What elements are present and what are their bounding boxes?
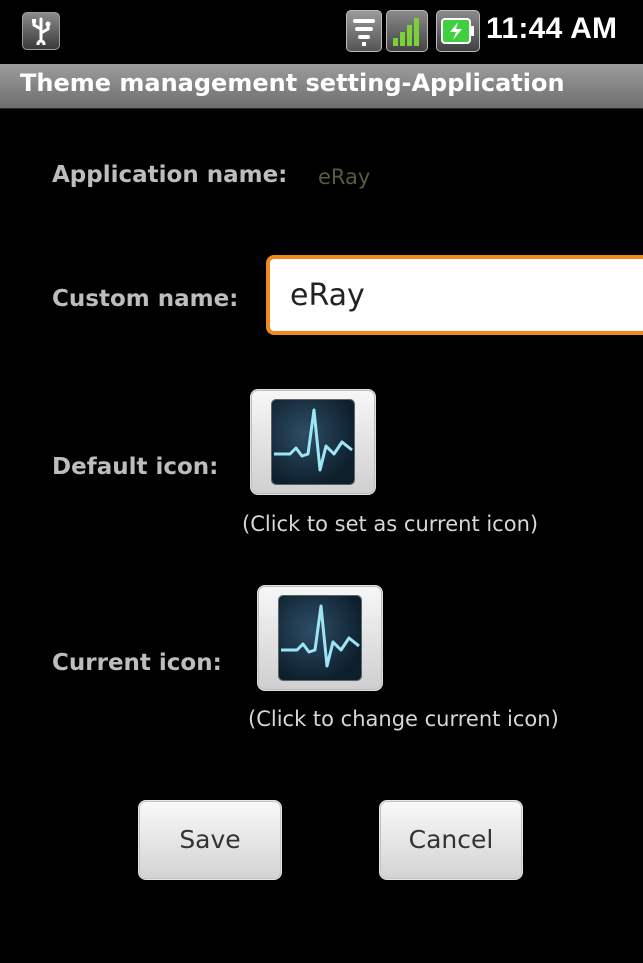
signal-icon [386,10,428,52]
current-icon-label: Current icon: [52,650,222,676]
status-bar: 11:44 AM [0,0,643,64]
app-name-label: Application name: [52,162,288,188]
current-icon-button[interactable] [257,585,383,691]
screen-title: Theme management setting-Application [20,69,565,97]
title-bar: Theme management setting-Application [0,64,643,109]
current-icon-hint: (Click to change current icon) [248,707,559,731]
custom-name-input[interactable] [266,255,643,335]
default-icon-button[interactable] [250,389,376,495]
battery-charging-icon [436,10,480,52]
save-button[interactable]: Save [138,800,282,880]
default-icon-label: Default icon: [52,454,219,480]
cancel-button[interactable]: Cancel [379,800,523,880]
app-name-value: eRay [318,165,371,189]
heartbeat-icon [272,400,354,484]
wifi-icon [346,10,382,52]
usb-icon [22,12,60,50]
default-icon-hint: (Click to set as current icon) [242,512,539,536]
status-clock: 11:44 AM [486,12,618,45]
heartbeat-icon [279,596,361,680]
custom-name-label: Custom name: [52,286,239,312]
